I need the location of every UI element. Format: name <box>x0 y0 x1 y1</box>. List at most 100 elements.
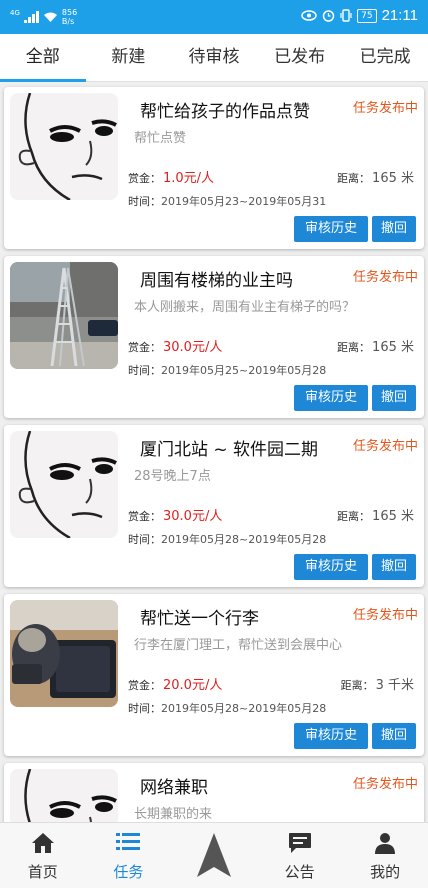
task-title: 厦门北站 ~ 软件园二期 <box>140 440 319 460</box>
network-speed: 856 B/s <box>62 8 77 26</box>
wifi-icon <box>43 12 57 22</box>
status-bar: 4G 856 B/s 75 21:11 <box>0 0 428 34</box>
navigate-arrow-icon <box>196 833 231 877</box>
distance-value: 165 米 <box>372 340 414 355</box>
meme-face-image <box>10 431 118 538</box>
task-description: 长期兼职的来 <box>134 807 213 822</box>
time-value: 2019年05月28~2019年05月28 <box>161 702 327 715</box>
reward-value: 30.0元/人 <box>163 340 223 355</box>
tab-all[interactable]: 全部 <box>0 34 86 82</box>
status-bar-right: 75 21:11 <box>301 7 418 24</box>
nav-home-label: 首页 <box>27 863 58 881</box>
nav-home[interactable]: 首页 <box>0 823 86 888</box>
task-reward: 赏金： 30.0元/人 <box>128 505 222 524</box>
task-thumbnail <box>10 262 118 369</box>
task-card[interactable]: 帮忙给孩子的作品点赞 任务发布中 帮忙点赞 赏金： 1.0元/人 距离： 165 米… <box>4 87 424 249</box>
clock: 21:11 <box>381 7 418 24</box>
filter-tabs: 全部 新建 待审核 已发布 已完成 <box>0 34 428 82</box>
reward-label: 赏金： <box>128 172 161 185</box>
task-reward: 赏金： 1.0元/人 <box>128 167 214 186</box>
status-bar-left: 4G 856 B/s <box>10 8 77 26</box>
luggage-photo-image <box>10 600 118 707</box>
reward-label: 赏金： <box>128 510 161 523</box>
task-description: 28号晚上7点 <box>134 469 211 484</box>
time-label: 时间： <box>128 364 161 377</box>
tab-new[interactable]: 新建 <box>86 34 172 81</box>
signal-icon <box>23 11 39 23</box>
time-label: 时间： <box>128 195 161 208</box>
distance-value: 3 千米 <box>375 678 414 693</box>
network-speed-value: 856 <box>61 8 78 17</box>
task-time: 时间：2019年05月25~2019年05月28 <box>128 362 326 378</box>
task-status: 任务发布中 <box>352 777 418 792</box>
tab-published[interactable]: 已发布 <box>257 34 343 81</box>
distance-label: 距离： <box>337 172 371 185</box>
task-status: 任务发布中 <box>352 439 418 454</box>
person-icon <box>375 833 396 854</box>
revoke-button[interactable]: 撤回 <box>372 385 416 411</box>
review-history-button[interactable]: 审核历史 <box>294 216 368 242</box>
meme-face-image <box>10 769 118 822</box>
signal-type-label: 4G <box>10 9 20 17</box>
task-time: 时间：2019年05月28~2019年05月28 <box>128 531 326 547</box>
task-list[interactable]: 帮忙给孩子的作品点赞 任务发布中 帮忙点赞 赏金： 1.0元/人 距离： 165 米… <box>0 82 428 822</box>
nav-announcements[interactable]: 公告 <box>257 823 343 888</box>
nav-profile-label: 我的 <box>370 863 401 881</box>
task-thumbnail <box>10 431 118 538</box>
reward-label: 赏金： <box>128 679 161 692</box>
nav-announcements-label: 公告 <box>284 863 315 881</box>
task-description: 本人刚搬来，周围有业主有梯子的吗？ <box>134 300 356 315</box>
task-title: 周围有楼梯的业主吗 <box>140 271 293 291</box>
task-status: 任务发布中 <box>352 608 418 623</box>
task-distance: 距离： 165 米 <box>337 505 414 524</box>
reward-value: 30.0元/人 <box>163 509 223 524</box>
distance-label: 距离： <box>337 510 371 523</box>
task-card[interactable]: 网络兼职 任务发布中 长期兼职的来 <box>4 763 424 822</box>
reward-value: 20.0元/人 <box>163 678 223 693</box>
task-title: 帮忙给孩子的作品点赞 <box>140 102 310 122</box>
review-history-button[interactable]: 审核历史 <box>294 554 368 580</box>
alarm-icon <box>322 10 335 22</box>
task-status: 任务发布中 <box>352 101 418 116</box>
review-history-button[interactable]: 审核历史 <box>294 723 368 749</box>
bottom-nav: 首页 任务 公告 我的 <box>0 822 428 888</box>
time-value: 2019年05月23~2019年05月31 <box>161 195 327 208</box>
task-distance: 距离： 165 米 <box>337 336 414 355</box>
review-history-button[interactable]: 审核历史 <box>294 385 368 411</box>
distance-value: 165 米 <box>372 509 414 524</box>
nav-tasks-label: 任务 <box>113 863 144 881</box>
task-distance: 距离： 165 米 <box>337 167 414 186</box>
nav-tasks[interactable]: 任务 <box>86 823 172 888</box>
revoke-button[interactable]: 撤回 <box>372 723 416 749</box>
task-card[interactable]: 帮忙送一个行李 任务发布中 行李在厦门理工，帮忙送到会展中心 赏金： 20.0元/… <box>4 594 424 756</box>
vibrate-icon <box>340 9 352 22</box>
task-title: 帮忙送一个行李 <box>140 609 259 629</box>
tab-pending-review[interactable]: 待审核 <box>171 34 257 81</box>
nav-center[interactable] <box>171 823 257 888</box>
task-card[interactable]: 厦门北站 ~ 软件园二期 任务发布中 28号晚上7点 赏金： 30.0元/人 距离… <box>4 425 424 587</box>
revoke-button[interactable]: 撤回 <box>372 216 416 242</box>
task-thumbnail <box>10 769 118 822</box>
task-reward: 赏金： 20.0元/人 <box>128 674 222 693</box>
time-label: 时间： <box>128 533 161 546</box>
task-time: 时间：2019年05月28~2019年05月28 <box>128 700 326 716</box>
task-reward: 赏金： 30.0元/人 <box>128 336 222 355</box>
task-status: 任务发布中 <box>352 270 418 285</box>
nav-profile[interactable]: 我的 <box>342 823 428 888</box>
task-card[interactable]: 周围有楼梯的业主吗 任务发布中 本人刚搬来，周围有业主有梯子的吗？ 赏金： 30.… <box>4 256 424 418</box>
revoke-button[interactable]: 撤回 <box>372 554 416 580</box>
home-icon <box>31 833 54 853</box>
time-value: 2019年05月28~2019年05月28 <box>161 533 327 546</box>
eye-icon <box>301 10 317 21</box>
task-time: 时间：2019年05月23~2019年05月31 <box>128 193 326 209</box>
distance-label: 距离： <box>340 679 374 692</box>
ladder-photo-image <box>10 262 118 369</box>
task-title: 网络兼职 <box>140 778 208 798</box>
network-speed-unit: B/s <box>61 17 75 26</box>
task-thumbnail <box>10 600 118 707</box>
task-description: 帮忙点赞 <box>134 131 187 146</box>
tab-completed[interactable]: 已完成 <box>342 34 428 81</box>
task-distance: 距离： 3 千米 <box>341 674 414 693</box>
message-icon <box>288 833 311 853</box>
task-thumbnail <box>10 93 118 200</box>
